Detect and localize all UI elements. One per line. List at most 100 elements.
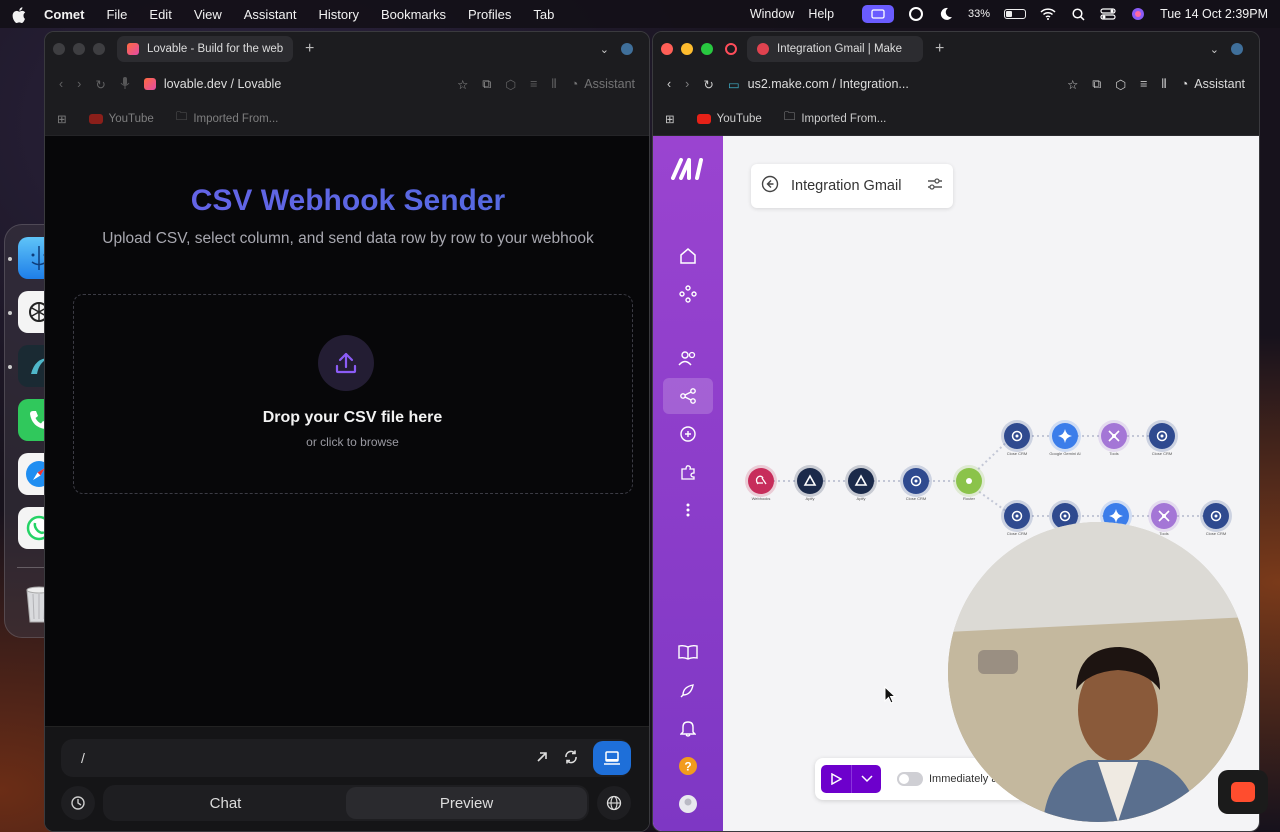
minimize-window-button[interactable] — [73, 43, 85, 55]
menu-help[interactable]: Help — [808, 7, 834, 21]
mode-toggle: Chat Preview — [103, 785, 589, 821]
zoom-window-button[interactable] — [93, 43, 105, 55]
zoom-window-button[interactable] — [701, 43, 713, 55]
audio-wave-icon[interactable]: ⫴ — [551, 77, 556, 92]
menu-app-name[interactable]: Comet — [44, 7, 84, 22]
url-field[interactable]: ▭ us2.make.com / Integration... — [728, 77, 1053, 92]
search-icon[interactable] — [1070, 7, 1086, 21]
extensions-icon[interactable]: ⬡ — [505, 77, 516, 92]
bookmark-youtube[interactable]: YouTube — [88, 113, 154, 125]
scenario-node-gear-icon[interactable] — [1149, 423, 1175, 449]
scenario-node-sparkle-icon[interactable] — [1052, 423, 1078, 449]
menu-profiles[interactable]: Profiles — [468, 7, 511, 22]
menu-view[interactable]: View — [194, 7, 222, 22]
scenario-node-tools-icon[interactable] — [1101, 423, 1127, 449]
star-icon[interactable]: ☆ — [457, 77, 468, 92]
tab-title: Lovable - Build for the web — [147, 43, 284, 55]
menu-history[interactable]: History — [319, 7, 359, 22]
apps-grid-icon[interactable]: ⊞ — [665, 112, 675, 126]
bookmark-imported[interactable]: 🗀 Imported From... — [784, 109, 887, 128]
menu-window[interactable]: Window — [750, 7, 794, 21]
reader-icon[interactable]: ≡ — [530, 77, 537, 91]
close-window-button[interactable] — [661, 43, 673, 55]
audio-wave-icon[interactable]: ⫴ — [1161, 77, 1166, 92]
moon-icon[interactable] — [938, 7, 954, 21]
grammarly-icon[interactable] — [908, 7, 924, 21]
page-subtitle: Upload CSV, select column, and send data… — [102, 230, 594, 247]
recording-icon[interactable] — [725, 43, 737, 55]
device-preview-button[interactable] — [593, 741, 631, 775]
schedule-toggle[interactable] — [897, 772, 923, 786]
scenario-node-gear-icon[interactable] — [1004, 423, 1030, 449]
reload-icon[interactable]: ↻ — [95, 77, 105, 92]
scenario-node-gear-icon[interactable] — [1004, 503, 1030, 529]
star-icon[interactable]: ☆ — [1067, 77, 1078, 92]
url-field[interactable]: lovable.dev / Lovable — [143, 77, 443, 91]
menu-file[interactable]: File — [106, 7, 127, 22]
scenario-node-apify-icon[interactable] — [848, 468, 874, 494]
open-external-icon[interactable] — [535, 750, 549, 767]
link-icon[interactable]: ⧉ — [1092, 77, 1101, 92]
run-option-label: Immediately a — [929, 773, 998, 785]
new-tab-button[interactable]: + — [305, 40, 314, 58]
link-icon[interactable]: ⧉ — [482, 77, 491, 92]
tab-preview[interactable]: Preview — [346, 787, 587, 819]
scenario-node-label: Webhooks — [751, 496, 771, 501]
tab-chat[interactable]: Chat — [105, 787, 346, 819]
chevron-down-icon[interactable]: ⌄ — [1210, 43, 1219, 56]
reader-icon[interactable]: ≡ — [1140, 77, 1147, 91]
extensions-icon[interactable]: ⬡ — [1115, 77, 1126, 92]
wifi-icon[interactable] — [1040, 7, 1056, 21]
scenario-node-tools-icon[interactable] — [1151, 503, 1177, 529]
menu-edit[interactable]: Edit — [149, 7, 171, 22]
tab-lovable[interactable]: Lovable - Build for the web — [117, 36, 293, 62]
bookmark-imported[interactable]: 🗀 Imported From... — [176, 109, 279, 128]
stop-icon — [1231, 782, 1255, 802]
recording-dot-icon — [757, 43, 769, 55]
assistant-button[interactable]: ◔ Assistant — [571, 77, 635, 91]
back-arrow-icon[interactable]: ‹ — [59, 77, 63, 91]
menu-assistant[interactable]: Assistant — [244, 7, 297, 22]
upload-icon — [318, 335, 374, 391]
scenario-node-apify-icon[interactable] — [797, 468, 823, 494]
csv-dropzone[interactable]: Drop your CSV file here or click to brow… — [73, 294, 633, 494]
menu-bar: Comet File Edit View Assistant History B… — [0, 0, 1280, 28]
mouse-cursor-icon — [884, 685, 897, 709]
apple-icon[interactable] — [12, 7, 26, 23]
scenario-node-webhook-icon[interactable] — [748, 468, 774, 494]
address-bar: ‹ › ↻ ▭ us2.make.com / Integration... ☆ … — [653, 66, 1259, 102]
refresh-icon[interactable] — [563, 749, 579, 768]
close-window-button[interactable] — [53, 43, 65, 55]
stop-recording-button[interactable] — [1218, 770, 1268, 814]
chevron-down-icon[interactable]: ⌄ — [600, 43, 609, 56]
bookmarks-bar: ⊞ YouTube 🗀 Imported From... — [45, 102, 649, 136]
comet-logo-icon — [1231, 43, 1243, 55]
back-arrow-icon[interactable]: ‹ — [667, 77, 671, 91]
scenario-node-gear-icon[interactable] — [903, 468, 929, 494]
reload-icon[interactable]: ↻ — [703, 77, 713, 92]
minimize-window-button[interactable] — [681, 43, 693, 55]
scenario-node-router-icon[interactable] — [956, 468, 982, 494]
prompt-input[interactable]: / — [61, 739, 631, 777]
forward-arrow-icon[interactable]: › — [685, 77, 689, 91]
globe-icon[interactable] — [597, 786, 631, 820]
window-controls — [53, 43, 105, 55]
tab-make[interactable]: Integration Gmail | Make — [747, 36, 923, 62]
assistant-button[interactable]: ◔ Assistant — [1181, 77, 1245, 91]
screen-share-icon[interactable] — [862, 5, 895, 23]
scenario-node-label: Apify — [856, 496, 866, 501]
battery-icon[interactable] — [1004, 9, 1027, 19]
bookmark-youtube[interactable]: YouTube — [696, 113, 762, 125]
siri-icon[interactable] — [1130, 7, 1146, 21]
history-icon[interactable] — [61, 786, 95, 820]
run-once-button[interactable] — [821, 765, 851, 793]
scenario-node-gear-icon[interactable] — [1203, 503, 1229, 529]
new-tab-button[interactable]: + — [935, 40, 944, 58]
microphone-icon[interactable] — [120, 76, 130, 93]
run-options-chevron-icon[interactable] — [851, 765, 881, 793]
menu-tab[interactable]: Tab — [533, 7, 554, 22]
apps-grid-icon[interactable]: ⊞ — [57, 112, 67, 126]
menu-bookmarks[interactable]: Bookmarks — [381, 7, 446, 22]
control-center-icon[interactable] — [1100, 7, 1116, 21]
forward-arrow-icon[interactable]: › — [77, 77, 81, 91]
